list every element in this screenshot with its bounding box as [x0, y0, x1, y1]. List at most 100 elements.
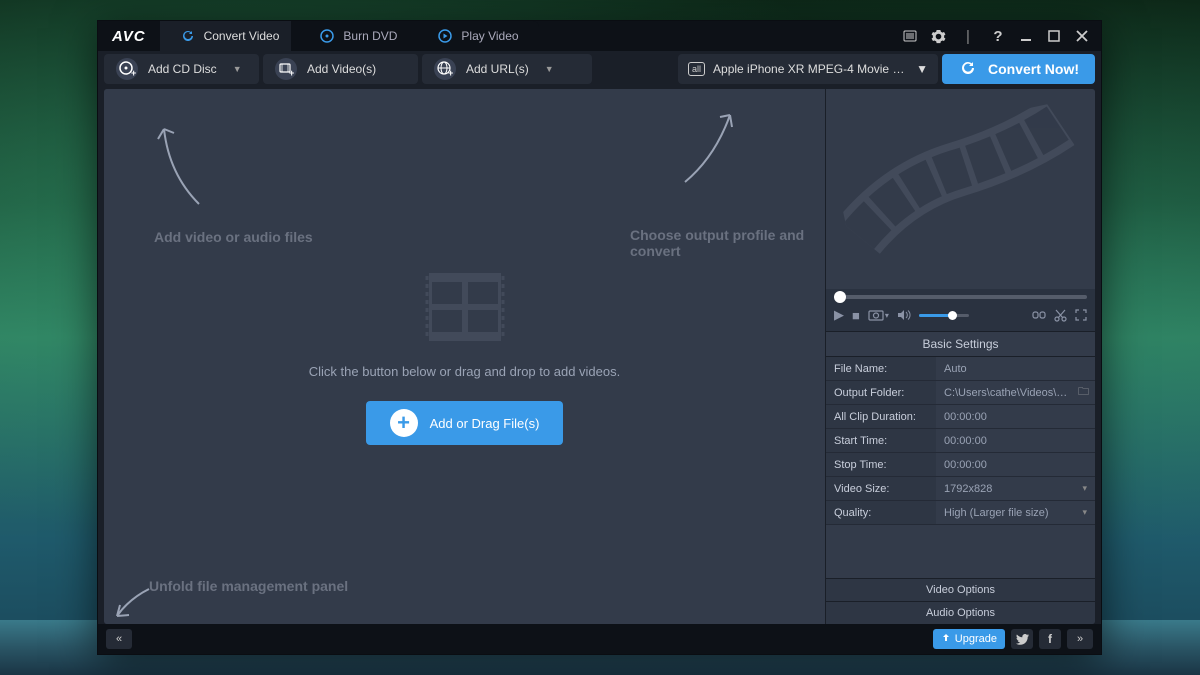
- chevron-down-icon: ▼: [916, 62, 928, 76]
- minimize-button[interactable]: [1017, 27, 1035, 45]
- maximize-button[interactable]: [1045, 27, 1063, 45]
- add-urls-button[interactable]: + Add URL(s) ▼: [422, 54, 592, 84]
- button-label: Upgrade: [955, 633, 997, 645]
- tabs: Convert Video Burn DVD Play Video: [160, 21, 539, 51]
- tab-burn-dvd[interactable]: Burn DVD: [291, 21, 417, 51]
- setting-label: File Name:: [826, 357, 936, 380]
- add-videos-button[interactable]: + Add Video(s): [263, 54, 418, 84]
- film-strip-icon: [830, 100, 1092, 277]
- setting-label: Stop Time:: [826, 453, 936, 476]
- facebook-button[interactable]: f: [1039, 629, 1061, 649]
- setting-value[interactable]: C:\Users\cathe\Videos\…🗀: [936, 381, 1095, 404]
- expand-panel-button[interactable]: «: [106, 629, 132, 649]
- side-panel: ▶ ■ ▾ Basic Settings File Name: Auto Out…: [825, 89, 1095, 624]
- button-label: Add URL(s): [466, 62, 529, 76]
- toolbar: + Add CD Disc ▼ + Add Video(s) + Add URL…: [98, 51, 1101, 87]
- close-button[interactable]: [1073, 27, 1091, 45]
- upload-icon: [941, 633, 951, 646]
- snapshot-button[interactable]: ▾: [868, 309, 889, 321]
- setting-label: All Clip Duration:: [826, 405, 936, 428]
- button-label: Convert Now!: [988, 61, 1079, 77]
- plus-circle-icon: +: [390, 409, 418, 437]
- dropzone-text: Click the button below or drag and drop …: [309, 364, 620, 379]
- window-controls: | ?: [901, 27, 1101, 45]
- tab-label: Play Video: [461, 29, 518, 43]
- help-icon[interactable]: ?: [989, 27, 1007, 45]
- setting-label: Quality:: [826, 501, 936, 524]
- link-button[interactable]: [1032, 309, 1046, 321]
- seek-bar[interactable]: [834, 295, 1087, 299]
- svg-text:+: +: [289, 68, 294, 78]
- chevron-down-icon: ▾: [1082, 483, 1087, 494]
- twitter-button[interactable]: [1011, 629, 1033, 649]
- setting-label: Output Folder:: [826, 381, 936, 404]
- disc-icon: [319, 28, 335, 44]
- drop-zone[interactable]: Add video or audio files Choose output p…: [104, 89, 825, 624]
- setting-value[interactable]: 1792x828▾: [936, 477, 1095, 500]
- seek-thumb[interactable]: [834, 291, 846, 303]
- video-options-button[interactable]: Video Options: [826, 578, 1095, 601]
- audio-options-button[interactable]: Audio Options: [826, 601, 1095, 624]
- globe-plus-icon: +: [434, 58, 456, 80]
- setting-file-name: File Name: Auto: [826, 357, 1095, 381]
- bottom-bar: « Upgrade f »: [98, 624, 1101, 654]
- app-logo: AVC: [98, 28, 160, 45]
- list-icon[interactable]: [901, 27, 919, 45]
- gear-icon[interactable]: [929, 27, 947, 45]
- tab-label: Convert Video: [204, 29, 280, 43]
- convert-now-button[interactable]: Convert Now!: [942, 54, 1095, 84]
- setting-value[interactable]: High (Larger file size)▾: [936, 501, 1095, 524]
- hint-choose-profile: Choose output profile and convert: [630, 227, 825, 259]
- hint-arrow-icon: [109, 584, 159, 624]
- tab-convert-video[interactable]: Convert Video: [160, 21, 300, 51]
- profile-label: Apple iPhone XR MPEG-4 Movie (*.m…: [713, 62, 908, 76]
- output-profile-button[interactable]: all Apple iPhone XR MPEG-4 Movie (*.m… ▼: [678, 54, 938, 84]
- refresh-icon: [180, 28, 196, 44]
- setting-output-folder: Output Folder: C:\Users\cathe\Videos\…🗀: [826, 381, 1095, 405]
- player-controls: ▶ ■ ▾: [826, 303, 1095, 331]
- tab-play-video[interactable]: Play Video: [409, 21, 538, 51]
- chevron-down-icon: ▾: [1082, 507, 1087, 518]
- setting-value: 00:00:00: [936, 405, 1095, 428]
- app-window: AVC Convert Video Burn DVD Play Video: [97, 20, 1102, 655]
- setting-value[interactable]: 00:00:00: [936, 429, 1095, 452]
- setting-start-time: Start Time: 00:00:00: [826, 429, 1095, 453]
- upgrade-button[interactable]: Upgrade: [933, 629, 1005, 649]
- stop-button[interactable]: ■: [852, 308, 860, 323]
- cut-button[interactable]: [1054, 309, 1067, 322]
- hint-unfold: Unfold file management panel: [149, 578, 348, 594]
- main-area: Add video or audio files Choose output p…: [104, 89, 1095, 624]
- all-icon: all: [688, 62, 705, 76]
- folder-icon[interactable]: 🗀: [1078, 383, 1089, 402]
- setting-value[interactable]: 00:00:00: [936, 453, 1095, 476]
- fullscreen-button[interactable]: [1075, 309, 1087, 321]
- setting-value[interactable]: Auto: [936, 357, 1095, 380]
- hint-arrow-icon: [154, 119, 214, 209]
- volume-button[interactable]: [897, 309, 911, 321]
- add-drag-files-button[interactable]: + Add or Drag File(s): [366, 401, 564, 445]
- play-circle-icon: [437, 28, 453, 44]
- play-button[interactable]: ▶: [834, 307, 844, 323]
- title-bar: AVC Convert Video Burn DVD Play Video: [98, 21, 1101, 51]
- film-icon: [420, 268, 510, 346]
- more-button[interactable]: »: [1067, 629, 1093, 649]
- volume-slider[interactable]: [919, 314, 969, 317]
- button-label: Add CD Disc: [148, 62, 217, 76]
- setting-stop-time: Stop Time: 00:00:00: [826, 453, 1095, 477]
- button-label: Add or Drag File(s): [430, 416, 540, 431]
- setting-video-size: Video Size: 1792x828▾: [826, 477, 1095, 501]
- svg-text:+: +: [131, 68, 136, 78]
- refresh-icon: [958, 58, 978, 81]
- settings-section: Basic Settings File Name: Auto Output Fo…: [826, 331, 1095, 624]
- setting-label: Video Size:: [826, 477, 936, 500]
- chevron-down-icon: ▼: [545, 64, 554, 74]
- setting-all-clip-duration: All Clip Duration: 00:00:00: [826, 405, 1095, 429]
- setting-label: Start Time:: [826, 429, 936, 452]
- setting-quality: Quality: High (Larger file size)▾: [826, 501, 1095, 525]
- disc-plus-icon: +: [116, 58, 138, 80]
- film-plus-icon: +: [275, 58, 297, 80]
- preview-area: [826, 89, 1095, 289]
- svg-text:+: +: [448, 68, 453, 78]
- button-label: Add Video(s): [307, 62, 376, 76]
- add-cd-disc-button[interactable]: + Add CD Disc ▼: [104, 54, 259, 84]
